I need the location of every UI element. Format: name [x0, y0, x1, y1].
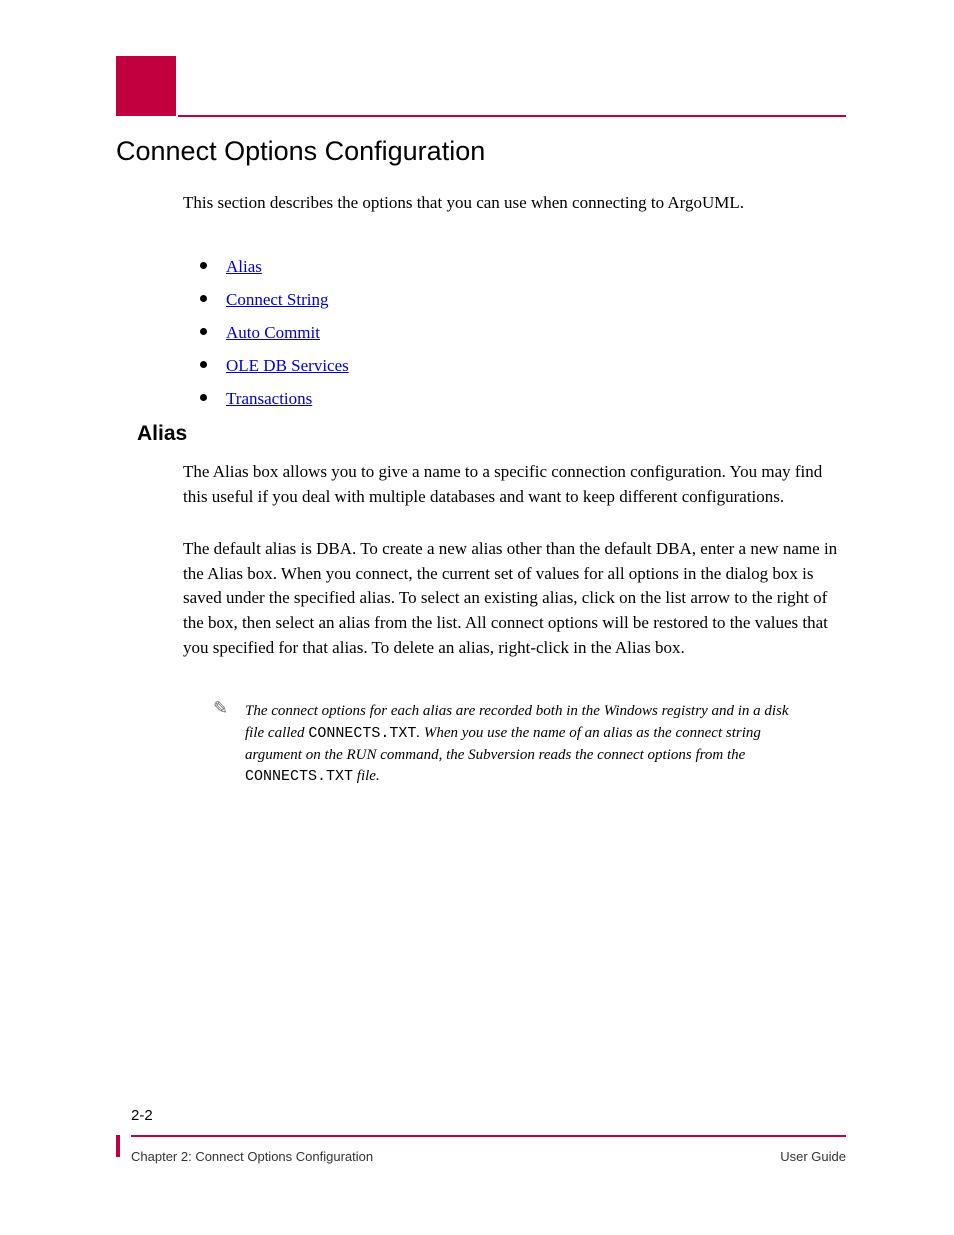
pencil-icon: ✎: [213, 698, 228, 719]
footer: Chapter 2: Connect Options Configuration…: [131, 1145, 846, 1164]
toc-link-connect-string[interactable]: Connect String: [226, 290, 328, 309]
alias-paragraph-2: The default alias is DBA. To create a ne…: [183, 537, 843, 660]
footer-rule: [131, 1135, 846, 1137]
section-heading-alias: Alias: [137, 422, 187, 446]
toc-list: Alias Connect String Auto Commit OLE DB …: [220, 244, 349, 417]
toc-link-oledb-services[interactable]: OLE DB Services: [226, 356, 349, 375]
toc-item: Auto Commit: [220, 318, 349, 343]
toc-item: Alias: [220, 252, 349, 277]
page-number: 2-2: [131, 1107, 153, 1124]
page: Connect Options Configuration This secti…: [0, 0, 954, 1235]
toc-item: Connect String: [220, 285, 349, 310]
toc-item: OLE DB Services: [220, 351, 349, 376]
note-paragraph: The connect options for each alias are r…: [245, 701, 800, 788]
footer-left: Chapter 2: Connect Options Configuration: [131, 1149, 373, 1164]
page-title: Connect Options Configuration: [116, 136, 485, 167]
toc-link-transactions[interactable]: Transactions: [226, 389, 312, 408]
filename-code: CONNECTS.TXT: [308, 725, 416, 742]
toc-item: Transactions: [220, 384, 349, 409]
intro-paragraph: This section describes the options that …: [183, 192, 843, 215]
note-text-3: file.: [353, 768, 380, 784]
alias-paragraph-1: The Alias box allows you to give a name …: [183, 460, 843, 509]
footer-tick: [116, 1135, 120, 1157]
toc-link-alias[interactable]: Alias: [226, 257, 262, 276]
filename-code: CONNECTS.TXT: [245, 768, 353, 785]
brand-square: [116, 56, 176, 116]
header-rule: [178, 115, 846, 117]
toc-link-auto-commit[interactable]: Auto Commit: [226, 323, 320, 342]
footer-right: User Guide: [780, 1149, 846, 1164]
